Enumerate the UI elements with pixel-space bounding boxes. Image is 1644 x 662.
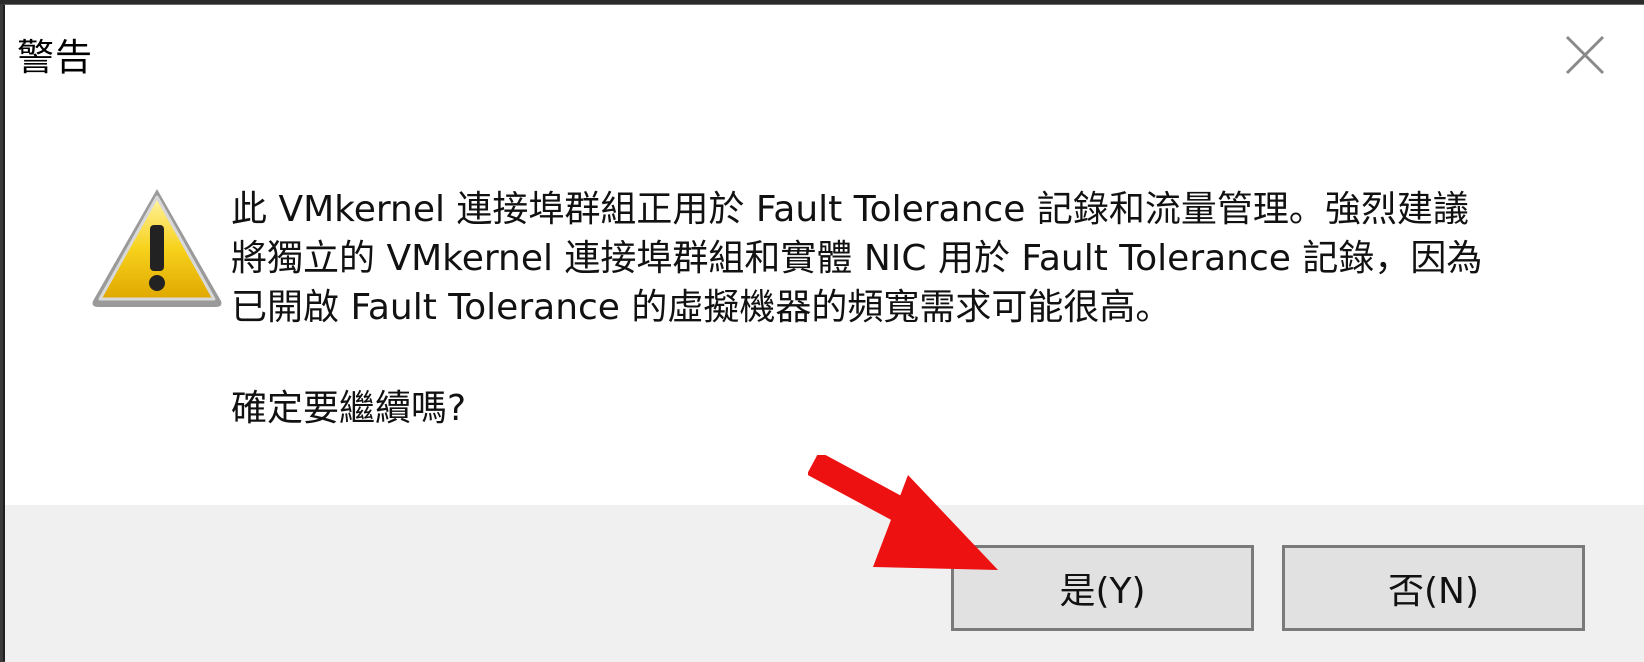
- message-line: 此 VMkernel 連接埠群組正用於 Fault Tolerance 記錄和流…: [231, 189, 1469, 230]
- warning-message: 此 VMkernel 連接埠群組正用於 Fault Tolerance 記錄和流…: [231, 185, 1561, 332]
- message-line: 將獨立的 VMkernel 連接埠群組和實體 NIC 用於 Fault Tole…: [231, 238, 1483, 279]
- close-icon[interactable]: [1557, 27, 1613, 83]
- confirm-question: 確定要繼續嗎?: [231, 388, 467, 429]
- warning-icon: [92, 189, 222, 307]
- red-arrow-annotation: [808, 455, 998, 570]
- no-button[interactable]: 否(N): [1282, 545, 1585, 631]
- message-line: 已開啟 Fault Tolerance 的虛擬機器的頻寬需求可能很高。: [231, 287, 1172, 328]
- dialog-title: 警告: [17, 36, 93, 79]
